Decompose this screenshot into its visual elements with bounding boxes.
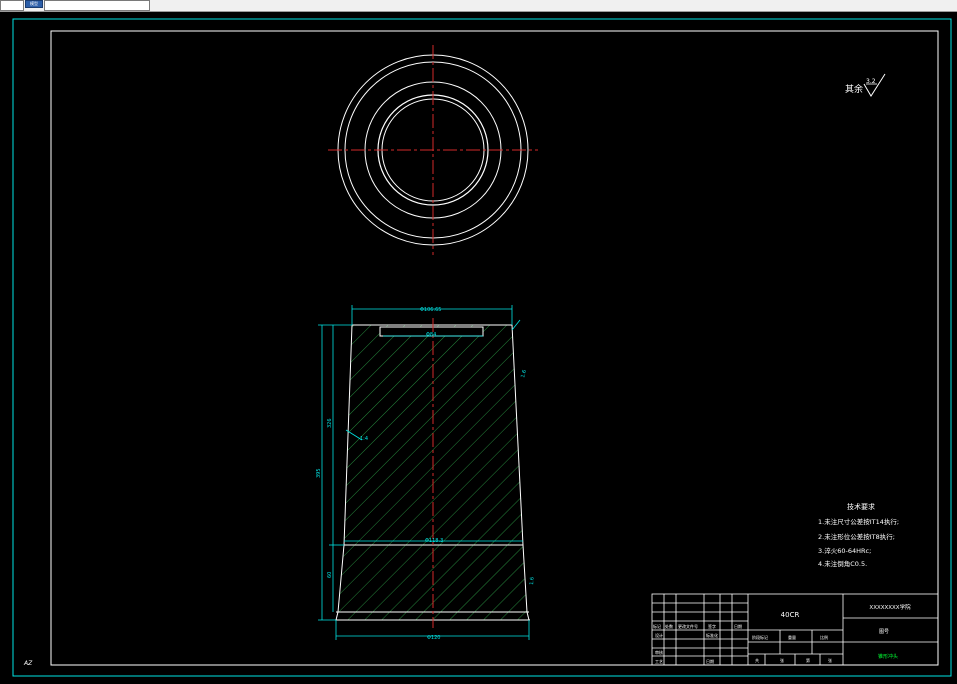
taper-note: 1:4 <box>360 436 368 442</box>
dim-mid-diameter: Φ118.3 <box>425 538 443 544</box>
tb-sheet-unit-1: 张 <box>780 657 784 663</box>
school-label: XXXXXXXX学院 <box>869 603 911 611</box>
tb-sign: 签字 <box>708 623 716 629</box>
tb-design: 设计 <box>655 632 663 638</box>
axis-tag: AZ <box>23 660 33 667</box>
front-section-view <box>335 318 530 628</box>
tb-review: 审核 <box>655 649 663 655</box>
tb-mark: 标记 <box>653 623 661 629</box>
drawing-number: 图号 <box>879 629 889 635</box>
tb-change-doc: 更改文件号 <box>678 623 698 629</box>
dim-total-height: 395 <box>316 468 322 478</box>
tb-count: 处数 <box>665 623 673 629</box>
tech-req-item-4: 4.未注倒角C0.5. <box>818 559 867 568</box>
layout-tab[interactable] <box>44 0 150 11</box>
tb-stage-mark: 阶段标记 <box>752 634 768 640</box>
dim-bottom-diameter: Φ120 <box>427 635 440 641</box>
model-tab[interactable]: 模型 <box>25 0 43 8</box>
dim-top-diameter: Φ106.65 <box>420 307 441 313</box>
tech-req-item-3: 3.淬火60-64HRc; <box>818 546 871 555</box>
app-toolbar: 模型 <box>0 0 957 12</box>
tb-sheet-total: 共 <box>755 657 759 663</box>
tb-sheet-unit-2: 张 <box>828 657 832 663</box>
cad-drawing-canvas[interactable]: Φ106.65 Φ84 Φ118.3 Φ120 395 326 60 1:4 1… <box>0 12 957 684</box>
technical-requirements: 技术要求 1.未注尺寸公差按IT14执行; 2.未注形位公差按IT8执行; 3.… <box>818 502 899 568</box>
part-name: 锥形冲头 <box>878 653 898 660</box>
top-view <box>328 45 538 255</box>
tb-process: 工艺 <box>655 659 663 664</box>
roughness-right-bottom: 1.6 <box>529 577 536 585</box>
general-roughness-symbol: 其余 3.2 <box>845 73 886 97</box>
tb-date: 日期 <box>734 623 742 629</box>
roughness-right-top: 1.6 <box>520 369 528 378</box>
tb-weight: 重量 <box>788 634 796 640</box>
tb-standardization: 标准化 <box>706 632 718 638</box>
tech-req-title: 技术要求 <box>847 502 875 511</box>
roughness-label: 其余 <box>845 83 863 95</box>
dim-low-height: 60 <box>327 572 333 578</box>
roughness-value: 3.2 <box>866 78 876 85</box>
tb-scale: 比例 <box>820 634 828 640</box>
tech-req-item-1: 1.未注尺寸公差按IT14执行; <box>818 517 899 526</box>
tech-req-item-2: 2.未注形位公差按IT8执行; <box>818 532 895 541</box>
dim-bore-diameter: Φ84 <box>426 332 436 338</box>
file-tab[interactable] <box>0 0 24 11</box>
material-label: 40CR <box>781 611 800 619</box>
tb-process-date: 日期 <box>706 658 714 664</box>
tb-sheet-no: 第 <box>806 657 810 663</box>
dim-mid-height: 326 <box>327 418 333 428</box>
